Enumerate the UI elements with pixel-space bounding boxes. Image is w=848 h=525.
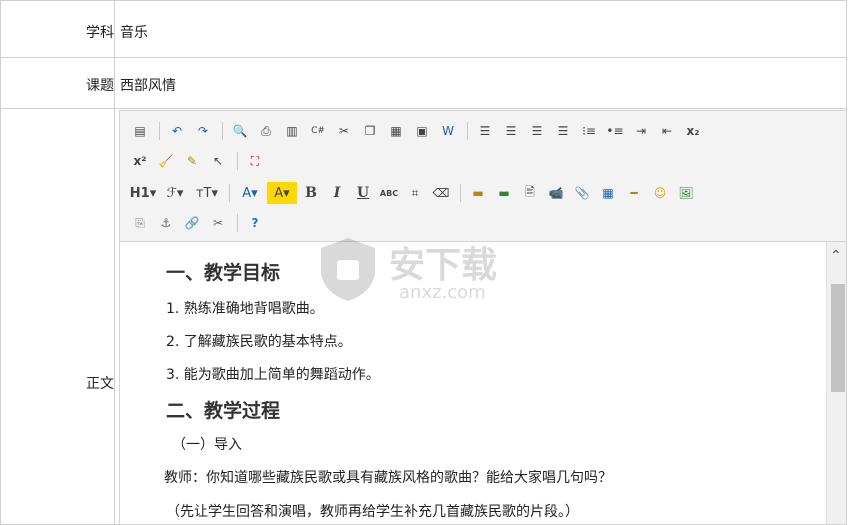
list-item: 2. 了解藏族民歌的基本特点。 — [166, 334, 352, 350]
attachment-image-icon[interactable]: 🖹 — [518, 182, 542, 204]
list-item: 1. 熟练准确地背唱歌曲。 — [166, 301, 324, 317]
insert-row-above-icon[interactable]: ▬ — [466, 182, 490, 204]
code-icon[interactable]: C# — [306, 120, 330, 142]
video-icon[interactable]: 📹 — [544, 182, 568, 204]
align-center-icon[interactable]: ☰ — [499, 120, 523, 142]
rich-text-editor: ▤ ↶ ↷ 🔍 ⎙ ▥ C# ✂ ❐ ▦ ▣ W ☰ ☰ ☰ ☰ ⁝≡ •≡ ⇥… — [119, 110, 847, 525]
toolbar-row-2: x² 🧹 ✎ ↖ ⛶ — [128, 149, 269, 173]
editor-content[interactable]: 一、教学目标 1. 熟练准确地背唱歌曲。 2. 了解藏族民歌的基本特点。 3. … — [120, 242, 826, 524]
topic-row: 课题 西部风情 — [0, 57, 847, 109]
clear-format-icon[interactable]: 🧹 — [154, 150, 178, 172]
fullscreen-icon[interactable]: ⛶ — [243, 150, 267, 172]
list-item: 3. 能为歌曲加上简单的舞蹈动作。 — [166, 367, 380, 383]
subject-label: 学科 — [86, 25, 114, 41]
preview-icon[interactable]: 🔍 — [228, 120, 252, 142]
paste-text-icon[interactable]: ▦ — [384, 120, 408, 142]
subject-value[interactable]: 音乐 — [120, 22, 148, 42]
vertical-scrollbar[interactable]: ⌃ — [826, 242, 846, 524]
background-color-dropdown[interactable]: A▾ — [267, 182, 297, 204]
heading-process: 二、教学过程 — [166, 400, 281, 422]
subject-row: 学科 音乐 — [0, 0, 847, 58]
italic-button[interactable]: I — [325, 182, 349, 204]
font-family-dropdown[interactable]: ℱ▾ — [160, 182, 190, 204]
cut-icon[interactable]: ✂ — [332, 120, 356, 142]
eraser-icon[interactable]: ⌫ — [429, 182, 453, 204]
topic-label: 课题 — [86, 78, 114, 94]
scroll-up-icon[interactable]: ⌃ — [830, 248, 842, 264]
font-size-dropdown[interactable]: тT▾ — [192, 182, 222, 204]
select-icon[interactable]: ↖ — [206, 150, 230, 172]
horizontal-rule-icon[interactable]: ━ — [622, 182, 646, 204]
format-painter-icon[interactable]: ✎ — [180, 150, 204, 172]
toolbar-separator — [222, 122, 223, 140]
toolbar-separator — [467, 122, 468, 140]
image-icon[interactable]: 🖼 — [674, 182, 698, 204]
help-icon[interactable]: ? — [243, 212, 267, 234]
paste-plain-icon[interactable]: ▣ — [410, 120, 434, 142]
toolbar-separator — [159, 122, 160, 140]
template-icon[interactable]: ▥ — [280, 120, 304, 142]
note-paragraph: （先让学生回答和演唱，教师再给学生补充几首藏族民歌的片段。） — [166, 504, 579, 520]
row-divider — [114, 58, 115, 108]
unordered-list-icon[interactable]: •≡ — [603, 120, 627, 142]
underline-button[interactable]: U — [351, 182, 375, 204]
attachment-icon[interactable]: 📎 — [570, 182, 594, 204]
toolbar-row-3: H1▾ ℱ▾ тT▾ A▾ A▾ B I U ABC ⌗ ⌫ ▬ ▬ 🖹 📹 📎… — [128, 181, 700, 205]
undo-icon[interactable]: ↶ — [165, 120, 189, 142]
strikethrough-button[interactable]: ABC — [377, 182, 401, 204]
indent-icon[interactable]: ⇥ — [629, 120, 653, 142]
heading-dropdown[interactable]: H1▾ — [128, 182, 158, 204]
section-intro: （一）导入 — [172, 437, 242, 453]
ordered-list-icon[interactable]: ⁝≡ — [577, 120, 601, 142]
print-icon[interactable]: ⎙ — [254, 120, 278, 142]
scrollbar-thumb[interactable] — [831, 284, 845, 392]
paste-word-icon[interactable]: W — [436, 120, 460, 142]
heading-objectives: 一、教学目标 — [166, 262, 281, 284]
anchor-icon[interactable]: ⚓ — [154, 212, 178, 234]
unlink-icon[interactable]: ✂ — [206, 212, 230, 234]
superscript-icon[interactable]: x² — [128, 150, 152, 172]
toolbar-row-1: ▤ ↶ ↷ 🔍 ⎙ ▥ C# ✂ ❐ ▦ ▣ W ☰ ☰ ☰ ☰ ⁝≡ •≡ ⇥… — [128, 119, 707, 143]
copy-icon[interactable]: ❐ — [358, 120, 382, 142]
outdent-icon[interactable]: ⇤ — [655, 120, 679, 142]
toolbar-separator — [460, 184, 461, 202]
pagebreak-icon[interactable]: ⎘ — [128, 212, 152, 234]
font-color-dropdown[interactable]: A▾ — [235, 182, 265, 204]
editor-toolbar: ▤ ↶ ↷ 🔍 ⎙ ▥ C# ✂ ❐ ▦ ▣ W ☰ ☰ ☰ ☰ ⁝≡ •≡ ⇥… — [120, 111, 846, 242]
bold-button[interactable]: B — [299, 182, 323, 204]
row-divider — [114, 109, 115, 524]
body-label: 正文 — [86, 376, 114, 392]
table-grid-icon[interactable]: ⌗ — [403, 182, 427, 204]
insert-row-below-icon[interactable]: ▬ — [492, 182, 516, 204]
toolbar-row-4: ⎘ ⚓ 🔗 ✂ ? — [128, 211, 269, 235]
teacher-paragraph: 教师：你知道哪些藏族民歌或具有藏族风格的歌曲？能给大家唱几句吗？ — [164, 470, 612, 486]
align-right-icon[interactable]: ☰ — [525, 120, 549, 142]
paste-icon[interactable]: ▤ — [128, 120, 152, 142]
subscript-icon[interactable]: x₂ — [681, 120, 705, 142]
topic-value[interactable]: 西部风情 — [120, 75, 176, 95]
toolbar-separator — [237, 152, 238, 170]
justify-icon[interactable]: ☰ — [551, 120, 575, 142]
emoticon-icon[interactable]: ☺ — [648, 182, 672, 204]
table-icon[interactable]: ▦ — [596, 182, 620, 204]
toolbar-separator — [229, 184, 230, 202]
row-divider — [114, 1, 115, 57]
align-left-icon[interactable]: ☰ — [473, 120, 497, 142]
toolbar-separator — [237, 214, 238, 232]
redo-icon[interactable]: ↷ — [191, 120, 215, 142]
link-icon[interactable]: 🔗 — [180, 212, 204, 234]
